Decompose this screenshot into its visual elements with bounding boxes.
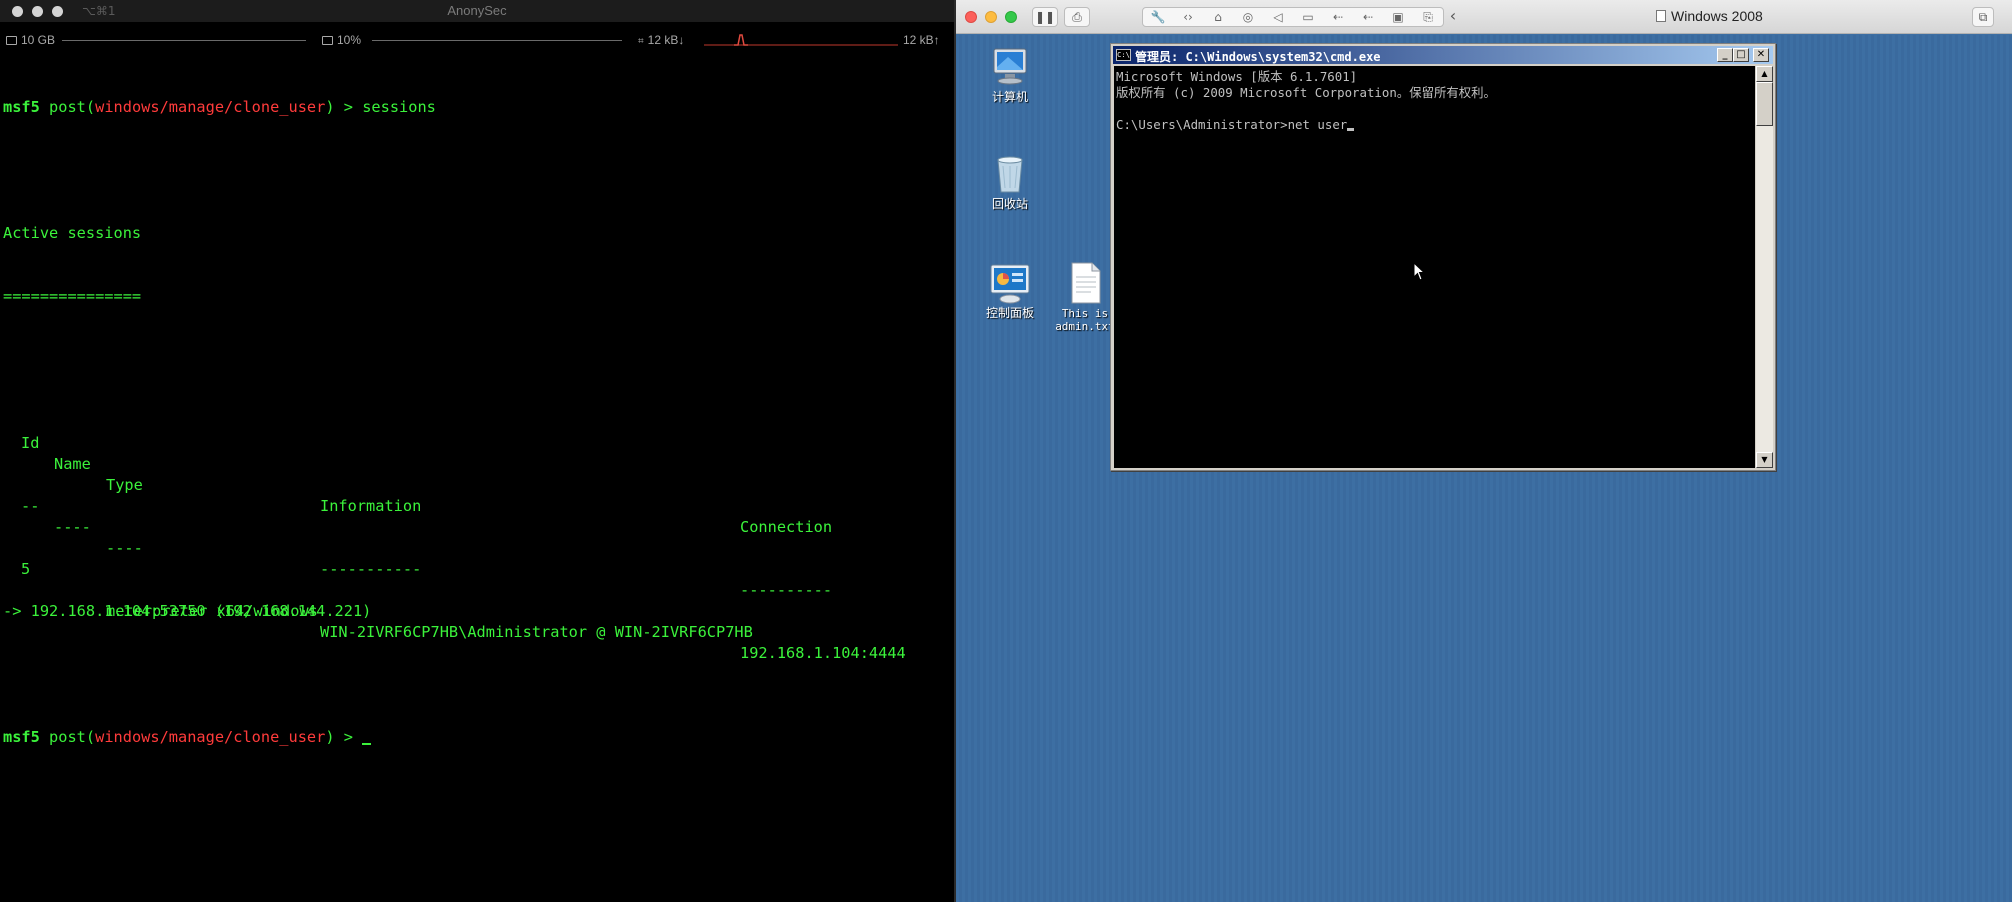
prompt-line-current[interactable]: msf5 post(windows/manage/clone_user) > (3, 727, 953, 748)
network-arrows-icon[interactable]: ‹› (1173, 8, 1203, 26)
sound-icon[interactable]: ◁ (1263, 8, 1293, 26)
printer-icon[interactable]: ⎘ (1413, 8, 1443, 26)
network-up-status: 12 kB↑ (903, 33, 940, 47)
text-cursor (362, 743, 372, 745)
vm-title: Windows 2008 (1656, 8, 1763, 24)
desktop-icon-label: 回收站 (991, 197, 1028, 211)
session-connection: 192.168.1.104:4444 (740, 644, 906, 662)
memory-status: 10 GB (6, 33, 55, 47)
terminal-titlebar: ⌥⌘1 AnonySec (0, 0, 954, 22)
session-information: WIN-2IVRF6CP7HB\Administrator @ WIN-2IVR… (320, 623, 753, 641)
scroll-up-icon[interactable]: ▲ (1756, 66, 1773, 82)
prompt-line: msf5 post(windows/manage/clone_user) > s… (3, 98, 436, 116)
scroll-thumb[interactable] (1756, 82, 1773, 126)
minimize-icon: _ (1722, 49, 1728, 60)
table-header: Id Name Type Information Connection (3, 412, 953, 536)
console-prompt: C:\Users\Administrator> (1116, 117, 1288, 132)
cmd-scrollbar[interactable]: ▲ ▼ (1756, 66, 1773, 468)
recycle-bin-icon (988, 152, 1032, 196)
vm-window[interactable]: ❚❚ ⎙ 🔧 ‹› ⌂ ◎ ◁ ▭ ⇠ ⇠ ▣ ⎘ ‹ Windows 2008… (956, 0, 2012, 902)
memory-bar (62, 40, 306, 41)
pause-icon: ❚❚ (1034, 10, 1056, 24)
table-row: 5 meterpreter x64/windows WIN-2IVRF6CP7H… (3, 538, 953, 662)
cpu-status: 10% (322, 33, 361, 47)
desktop-icon-computer[interactable]: 计算机 (970, 45, 1050, 104)
close-button[interactable] (965, 11, 977, 23)
heading-underline: =============== (3, 287, 142, 305)
col-header-connection: Connection (740, 518, 833, 536)
control-panel-icon (988, 261, 1032, 305)
document-icon (1656, 10, 1666, 22)
snapshot-icon: ⎙ (1072, 10, 1082, 24)
cmd-close-button[interactable]: ✕ (1753, 48, 1769, 62)
cpu-icon (322, 36, 333, 45)
terminal-output[interactable]: msf5 post(windows/manage/clone_user) > s… (3, 55, 953, 790)
session-type: meterpreter x64/windows (106, 602, 318, 620)
hard-disk-icon[interactable]: ⌂ (1203, 8, 1233, 26)
session-id: 5 (21, 560, 31, 578)
text-file-icon (1063, 261, 1107, 305)
desktop-icon-label: 计算机 (991, 90, 1028, 104)
close-icon: ✕ (1756, 49, 1766, 60)
desktop-icon-recycle-bin[interactable]: 回收站 (970, 152, 1050, 211)
col-header-name: Name (54, 455, 91, 473)
fullscreen-icon: ⧉ (1978, 10, 1988, 24)
status-bar: 10 GB 10% ⌗ 12 kB↓ 12 kB↑ (0, 30, 954, 50)
windows-desktop[interactable]: 计算机 回收站 控制面板 This is admin.txt C:\ 管理员: … (956, 35, 2012, 902)
usb-icon[interactable]: ⇠ (1323, 8, 1353, 26)
fullscreen-button[interactable]: ⧉ (1972, 7, 1994, 27)
zoom-button[interactable] (1005, 11, 1017, 23)
cmd-title: 管理员: C:\Windows\system32\cmd.exe (1135, 50, 1381, 64)
usb-icon[interactable]: ⇠ (1353, 8, 1383, 26)
prompt-prefix: msf5 (3, 98, 40, 116)
computer-icon (988, 45, 1032, 89)
col-header-information: Information (320, 497, 422, 515)
table-header-underline: -- ---- ---- ----------- ---------- (21, 497, 833, 599)
minimize-button[interactable] (985, 11, 997, 23)
cpu-graph (372, 40, 622, 41)
pause-button[interactable]: ❚❚ (1032, 7, 1058, 27)
desktop-icon-control-panel[interactable]: 控制面板 (970, 261, 1050, 320)
col-header-id: Id (21, 434, 40, 452)
network-graph (704, 34, 898, 46)
device-toolbar: 🔧 ‹› ⌂ ◎ ◁ ▭ ⇠ ⇠ ▣ ⎘ (1142, 7, 1444, 27)
memory-icon (6, 36, 17, 45)
terminal-title: AnonySec (447, 3, 507, 18)
snapshot-button[interactable]: ⎙ (1064, 7, 1090, 27)
cmd-minimize-button[interactable]: _ (1717, 48, 1733, 62)
cmd-window[interactable]: C:\ 管理员: C:\Windows\system32\cmd.exe _ □… (1110, 43, 1776, 471)
console-input-line: C:\Users\Administrator>net user (1116, 117, 1753, 133)
desktop-icon-label: 控制面板 (985, 306, 1034, 320)
entered-command: sessions (362, 98, 436, 116)
cd-drive-icon[interactable]: ◎ (1233, 8, 1263, 26)
mouse-cursor-icon (1413, 262, 1426, 281)
scroll-down-icon[interactable]: ▼ (1756, 452, 1773, 468)
cmd-console[interactable]: Microsoft Windows [版本 6.1.7601] 版权所有 (c) … (1114, 66, 1755, 468)
console-line: Microsoft Windows [版本 6.1.7601] (1116, 69, 1358, 84)
cmd-maximize-button[interactable]: □ (1733, 48, 1749, 62)
camera-icon[interactable]: ▭ (1293, 8, 1323, 26)
console-icon: C:\ (1116, 49, 1131, 61)
text-cursor (1347, 128, 1355, 131)
vm-toolbar: ❚❚ ⎙ 🔧 ‹› ⌂ ◎ ◁ ▭ ⇠ ⇠ ▣ ⎘ ‹ Windows 2008… (956, 0, 2012, 34)
terminal-window[interactable]: ⌥⌘1 AnonySec 10 GB 10% ⌗ 12 kB↓ 12 kB↑ ms… (0, 0, 954, 902)
console-input: net user (1287, 117, 1348, 132)
chevron-left-icon[interactable]: ‹ (1446, 7, 1460, 27)
floppy-icon[interactable]: ▣ (1383, 8, 1413, 26)
network-down-status: ⌗ 12 kB↓ (638, 33, 685, 47)
prompt-module: windows/manage/clone_user (95, 98, 326, 116)
cmd-titlebar[interactable]: C:\ 管理员: C:\Windows\system32\cmd.exe _ □… (1113, 46, 1773, 64)
network-icon: ⌗ (638, 36, 644, 47)
console-line: 版权所有 (c) 2009 Microsoft Corporation。保留所有… (1116, 85, 1496, 100)
settings-wrench-icon[interactable]: 🔧 (1143, 8, 1173, 26)
active-sessions-heading: Active sessions (3, 224, 142, 242)
maximize-icon: □ (1736, 49, 1746, 60)
